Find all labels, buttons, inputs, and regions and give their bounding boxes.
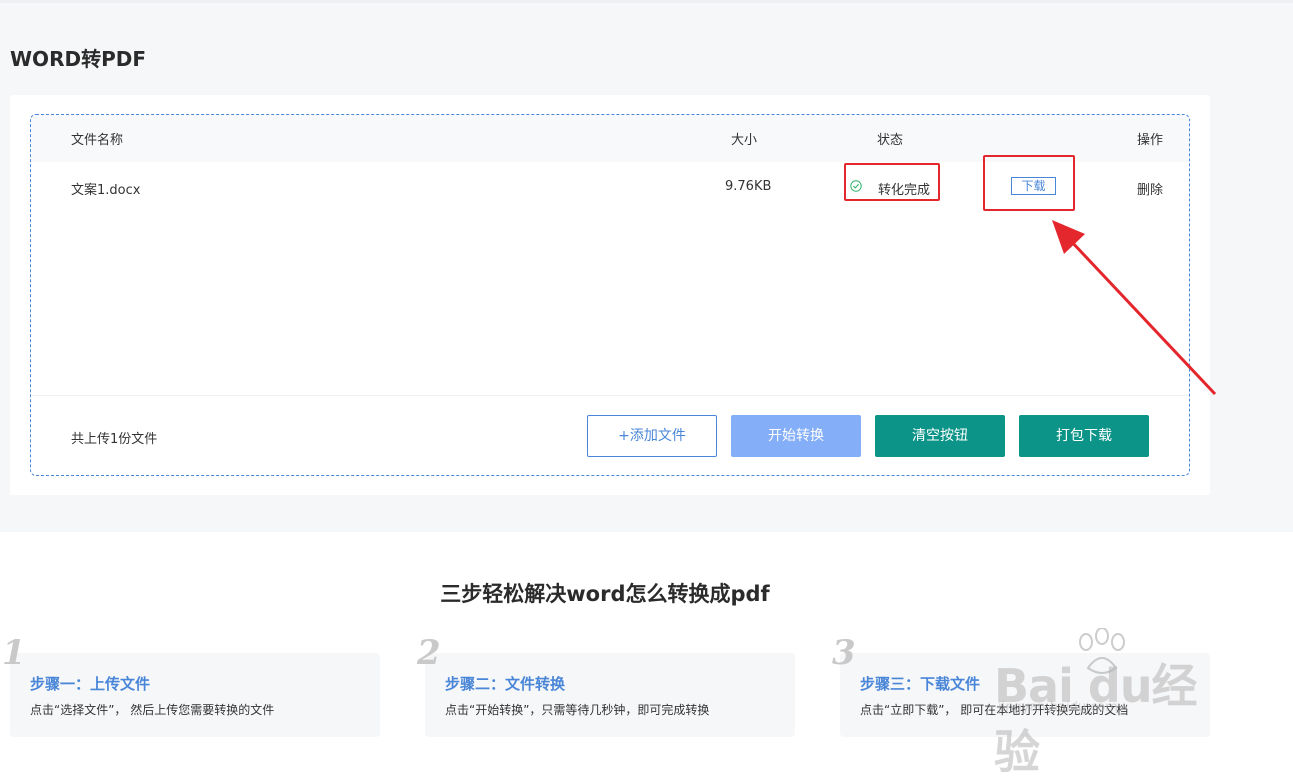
- step-description: 点击“开始转换”，只需等待几秒钟，即可完成转换: [445, 703, 710, 717]
- step-number: 1: [2, 633, 26, 673]
- baidu-jingyan-watermark: Bai du经验 jingyan.baidu.com: [990, 628, 1230, 779]
- file-size: 9.76KB: [725, 179, 772, 194]
- clear-button[interactable]: 清空按钮: [875, 415, 1005, 457]
- header-status: 状态: [877, 133, 904, 148]
- start-convert-button[interactable]: 开始转换: [731, 415, 861, 457]
- converter-card: 文件名称 大小 状态 操作 文案1.docx 9.76KB 转化完成 下载 删除…: [10, 95, 1210, 495]
- page-title: WORD转PDF: [10, 47, 146, 71]
- step-number: 2: [417, 633, 441, 673]
- pack-download-button[interactable]: 打包下载: [1019, 415, 1149, 457]
- header-actions: 操作: [1137, 133, 1164, 148]
- add-file-button[interactable]: +添加文件: [587, 415, 717, 457]
- file-drop-area[interactable]: 文件名称 大小 状态 操作 文案1.docx 9.76KB 转化完成 下载 删除…: [30, 114, 1190, 476]
- watermark-url: jingyan.baidu.com: [998, 700, 1118, 715]
- delete-link[interactable]: 删除: [1137, 179, 1163, 198]
- upload-count: 共上传1份文件: [71, 432, 158, 447]
- step-number: 3: [832, 633, 856, 673]
- step-card-1: 1 步骤一：上传文件 点击“选择文件”， 然后上传您需要转换的文件: [2, 633, 380, 737]
- download-button[interactable]: 下载: [1011, 177, 1056, 195]
- step-card-2: 2 步骤二：文件转换 点击“开始转换”，只需等待几秒钟，即可完成转换: [417, 633, 795, 737]
- step-title: 步骤一：上传文件: [30, 675, 151, 693]
- header-file-name: 文件名称: [71, 133, 124, 148]
- step-description: 点击“选择文件”， 然后上传您需要转换的文件: [30, 703, 275, 717]
- watermark-text: Bai du经验: [994, 659, 1198, 779]
- steps-title: 三步轻松解决word怎么转换成pdf: [440, 582, 770, 606]
- step-title: 步骤三：下载文件: [860, 675, 981, 693]
- divider: [31, 395, 1189, 396]
- step-title: 步骤二：文件转换: [445, 675, 566, 693]
- check-circle-icon: [850, 180, 862, 192]
- file-name: 文案1.docx: [71, 183, 141, 198]
- red-arrow-icon: [1052, 220, 1217, 396]
- header-size: 大小: [731, 133, 758, 148]
